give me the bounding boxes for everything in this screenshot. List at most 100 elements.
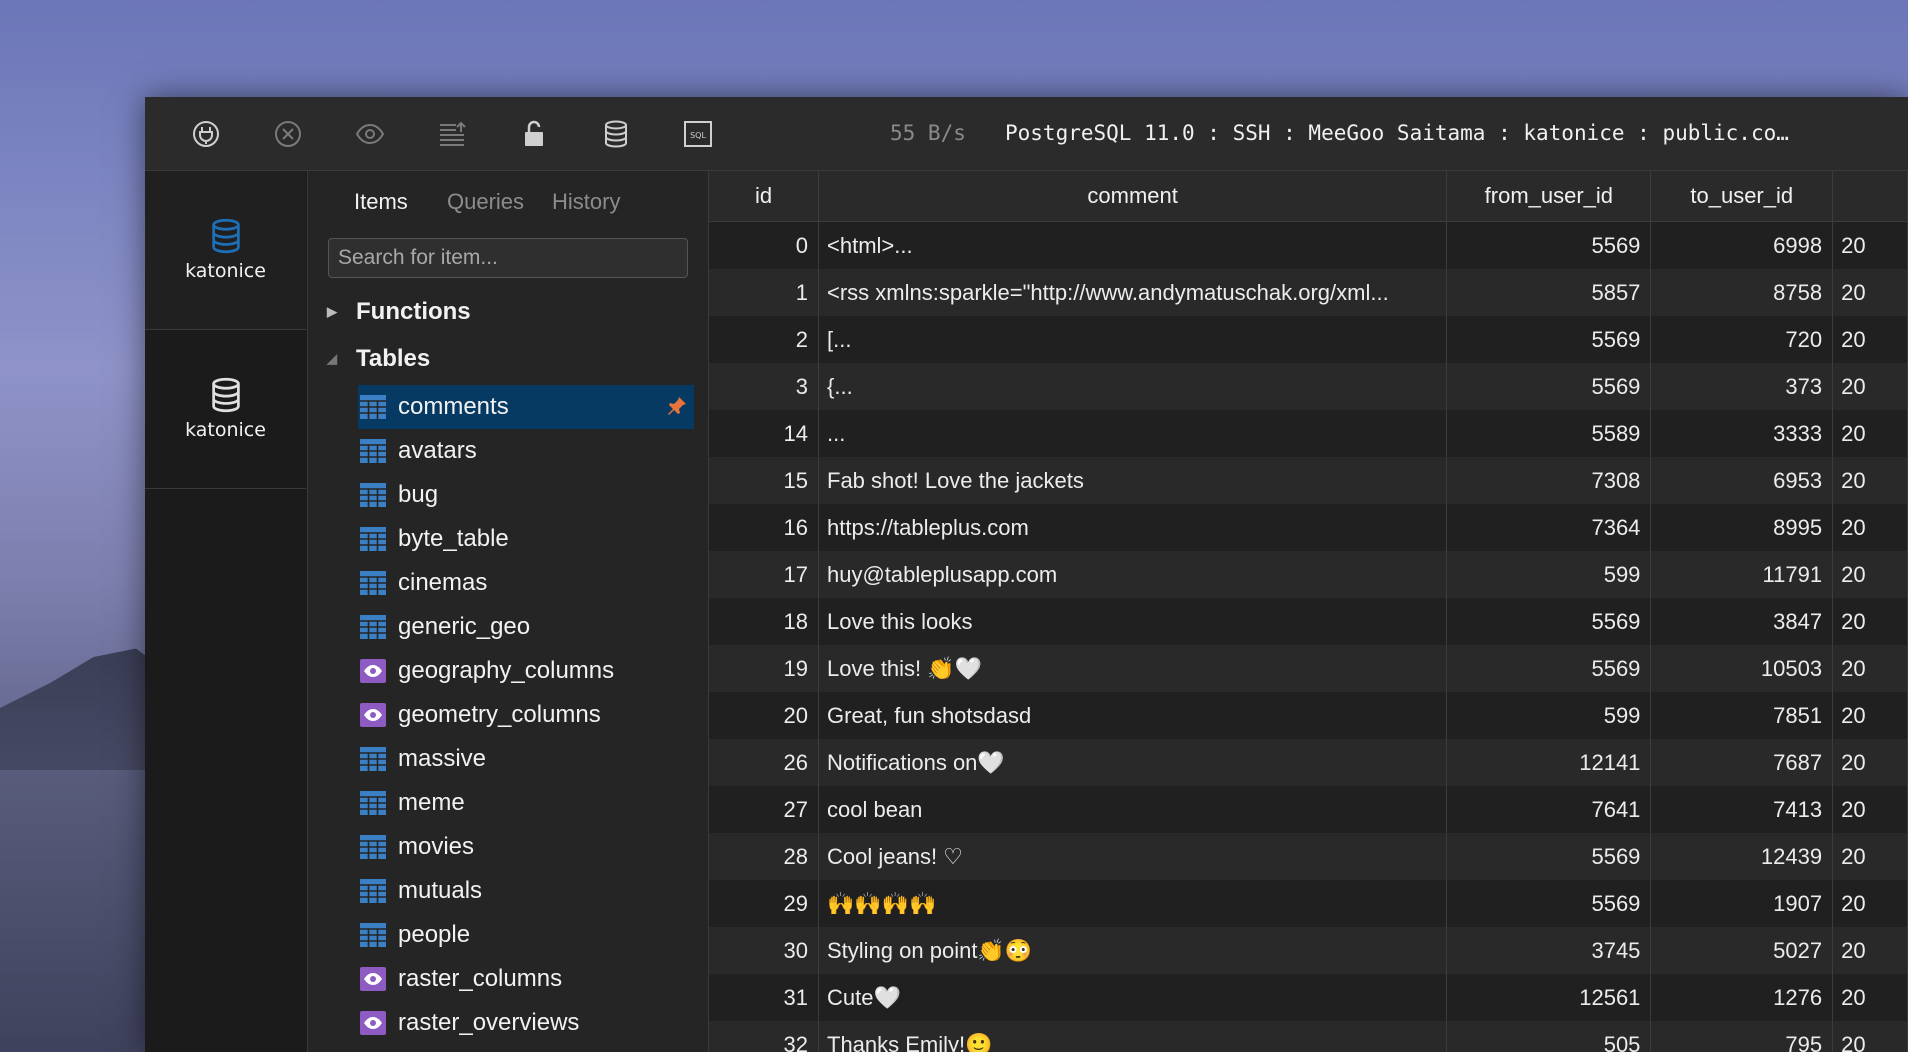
- table-row[interactable]: 30 Styling on point👏😳 3745 5027 20: [709, 927, 1908, 974]
- list-upload-icon[interactable]: [434, 117, 470, 151]
- cell-created[interactable]: 20: [1832, 316, 1908, 363]
- cell-to-user-id[interactable]: 10503: [1650, 645, 1834, 692]
- table-row[interactable]: 32 Thanks Emily!🙂 505 795 20: [709, 1021, 1908, 1052]
- cell-from-user-id[interactable]: 5569: [1446, 598, 1652, 645]
- cell-comment[interactable]: Styling on point👏😳: [818, 927, 1448, 974]
- table-row[interactable]: 18 Love this looks 5569 3847 20: [709, 598, 1908, 645]
- plug-icon[interactable]: [188, 117, 224, 151]
- table-row[interactable]: 0 <html>... 5569 6998 20: [709, 221, 1908, 269]
- database-icon[interactable]: [598, 117, 634, 151]
- cell-comment[interactable]: Notifications on🤍: [818, 739, 1448, 786]
- search-input[interactable]: [328, 238, 688, 278]
- cell-id[interactable]: 0: [709, 221, 819, 269]
- cell-comment[interactable]: Love this looks: [818, 598, 1448, 645]
- tab-history[interactable]: History: [552, 189, 620, 215]
- cell-from-user-id[interactable]: 3745: [1446, 927, 1652, 974]
- cell-created[interactable]: 20: [1832, 833, 1908, 880]
- cell-to-user-id[interactable]: 6953: [1650, 457, 1834, 504]
- cell-comment[interactable]: {...: [818, 363, 1448, 410]
- cell-from-user-id[interactable]: 505: [1446, 1021, 1652, 1052]
- cell-created[interactable]: 20: [1832, 880, 1908, 927]
- connection-item[interactable]: katonice: [145, 171, 306, 330]
- table-row[interactable]: 3 {... 5569 373 20: [709, 363, 1908, 410]
- cell-to-user-id[interactable]: 8995: [1650, 504, 1834, 551]
- tab-queries[interactable]: Queries: [447, 189, 524, 215]
- table-row[interactable]: 29 🙌🙌🙌🙌 5569 1907 20: [709, 880, 1908, 927]
- cell-comment[interactable]: Cute🤍: [818, 974, 1448, 1021]
- table-item[interactable]: geography_columns: [358, 649, 694, 693]
- table-row[interactable]: 27 cool bean 7641 7413 20: [709, 786, 1908, 833]
- cell-id[interactable]: 14: [709, 410, 819, 457]
- pin-icon[interactable]: [666, 395, 688, 417]
- table-item[interactable]: avatars: [358, 429, 694, 473]
- cell-comment[interactable]: [...: [818, 316, 1448, 363]
- cell-created[interactable]: 20: [1832, 692, 1908, 739]
- cell-comment[interactable]: Cool jeans! ♡: [818, 833, 1448, 880]
- cell-created[interactable]: 20: [1832, 739, 1908, 786]
- table-row[interactable]: 14... 5589 3333 20: [709, 410, 1908, 457]
- cell-id[interactable]: 20: [709, 692, 819, 739]
- table-row[interactable]: 19 Love this! 👏🤍 5569 10503 20: [709, 645, 1908, 692]
- table-row[interactable]: 20 Great, fun shotsdasd 599 7851 20: [709, 692, 1908, 739]
- sql-icon[interactable]: SQL: [680, 117, 716, 151]
- cell-id[interactable]: 15: [709, 457, 819, 504]
- group-tables[interactable]: ◢ Tables: [322, 345, 430, 373]
- table-row[interactable]: 31 Cute🤍 12561 1276 20: [709, 974, 1908, 1021]
- cell-created[interactable]: 20: [1832, 786, 1908, 833]
- cell-comment[interactable]: ...: [818, 410, 1448, 457]
- cell-to-user-id[interactable]: 8758: [1650, 269, 1834, 316]
- cell-from-user-id[interactable]: 12561: [1446, 974, 1652, 1021]
- cell-id[interactable]: 32: [709, 1021, 819, 1052]
- cell-comment[interactable]: huy@tableplusapp.com: [818, 551, 1448, 598]
- column-header-from-user-id[interactable]: from_user_id: [1446, 171, 1652, 222]
- cell-to-user-id[interactable]: 720: [1650, 316, 1834, 363]
- cell-id[interactable]: 17: [709, 551, 819, 598]
- table-row[interactable]: 1 <rss xmlns:sparkle="http://www.andymatu…: [709, 269, 1908, 316]
- table-item[interactable]: comments: [358, 385, 694, 429]
- table-item[interactable]: geometry_columns: [358, 693, 694, 737]
- cell-from-user-id[interactable]: 5857: [1446, 269, 1652, 316]
- cell-created[interactable]: 20: [1832, 221, 1908, 269]
- table-item[interactable]: bug: [358, 473, 694, 517]
- cell-comment[interactable]: Fab shot! Love the jackets: [818, 457, 1448, 504]
- cell-comment[interactable]: cool bean: [818, 786, 1448, 833]
- cell-id[interactable]: 18: [709, 598, 819, 645]
- cell-id[interactable]: 31: [709, 974, 819, 1021]
- cell-from-user-id[interactable]: 5569: [1446, 363, 1652, 410]
- cell-from-user-id[interactable]: 5569: [1446, 833, 1652, 880]
- cell-created[interactable]: 20: [1832, 974, 1908, 1021]
- cell-to-user-id[interactable]: 12439: [1650, 833, 1834, 880]
- cell-id[interactable]: 2: [709, 316, 819, 363]
- cell-to-user-id[interactable]: 7851: [1650, 692, 1834, 739]
- eye-icon[interactable]: [352, 117, 388, 151]
- close-circle-icon[interactable]: [270, 117, 306, 151]
- cell-created[interactable]: 20: [1832, 927, 1908, 974]
- table-item[interactable]: cinemas: [358, 561, 694, 605]
- column-header-to-user-id[interactable]: to_user_id: [1650, 171, 1834, 222]
- cell-from-user-id[interactable]: 5569: [1446, 221, 1652, 269]
- cell-created[interactable]: 20: [1832, 645, 1908, 692]
- cell-from-user-id[interactable]: 5569: [1446, 880, 1652, 927]
- cell-to-user-id[interactable]: 3847: [1650, 598, 1834, 645]
- cell-comment[interactable]: <rss xmlns:sparkle="http://www.andymatus…: [818, 269, 1448, 316]
- cell-id[interactable]: 30: [709, 927, 819, 974]
- table-row[interactable]: 28 Cool jeans! ♡ 5569 12439 20: [709, 833, 1908, 880]
- cell-comment[interactable]: 🙌🙌🙌🙌: [818, 880, 1448, 927]
- table-row[interactable]: 26 Notifications on🤍 12141 7687 20: [709, 739, 1908, 786]
- cell-to-user-id[interactable]: 1276: [1650, 974, 1834, 1021]
- table-item[interactable]: people: [358, 913, 694, 957]
- group-functions[interactable]: ▶ Functions: [322, 298, 471, 326]
- cell-to-user-id[interactable]: 795: [1650, 1021, 1834, 1052]
- cell-created[interactable]: 20: [1832, 363, 1908, 410]
- cell-to-user-id[interactable]: 7687: [1650, 739, 1834, 786]
- cell-id[interactable]: 28: [709, 833, 819, 880]
- cell-comment[interactable]: Great, fun shotsdasd: [818, 692, 1448, 739]
- column-header-created[interactable]: [1832, 171, 1908, 222]
- cell-from-user-id[interactable]: 5569: [1446, 316, 1652, 363]
- cell-created[interactable]: 20: [1832, 410, 1908, 457]
- cell-id[interactable]: 16: [709, 504, 819, 551]
- cell-created[interactable]: 20: [1832, 504, 1908, 551]
- cell-to-user-id[interactable]: 6998: [1650, 221, 1834, 269]
- cell-from-user-id[interactable]: 7641: [1446, 786, 1652, 833]
- cell-id[interactable]: 27: [709, 786, 819, 833]
